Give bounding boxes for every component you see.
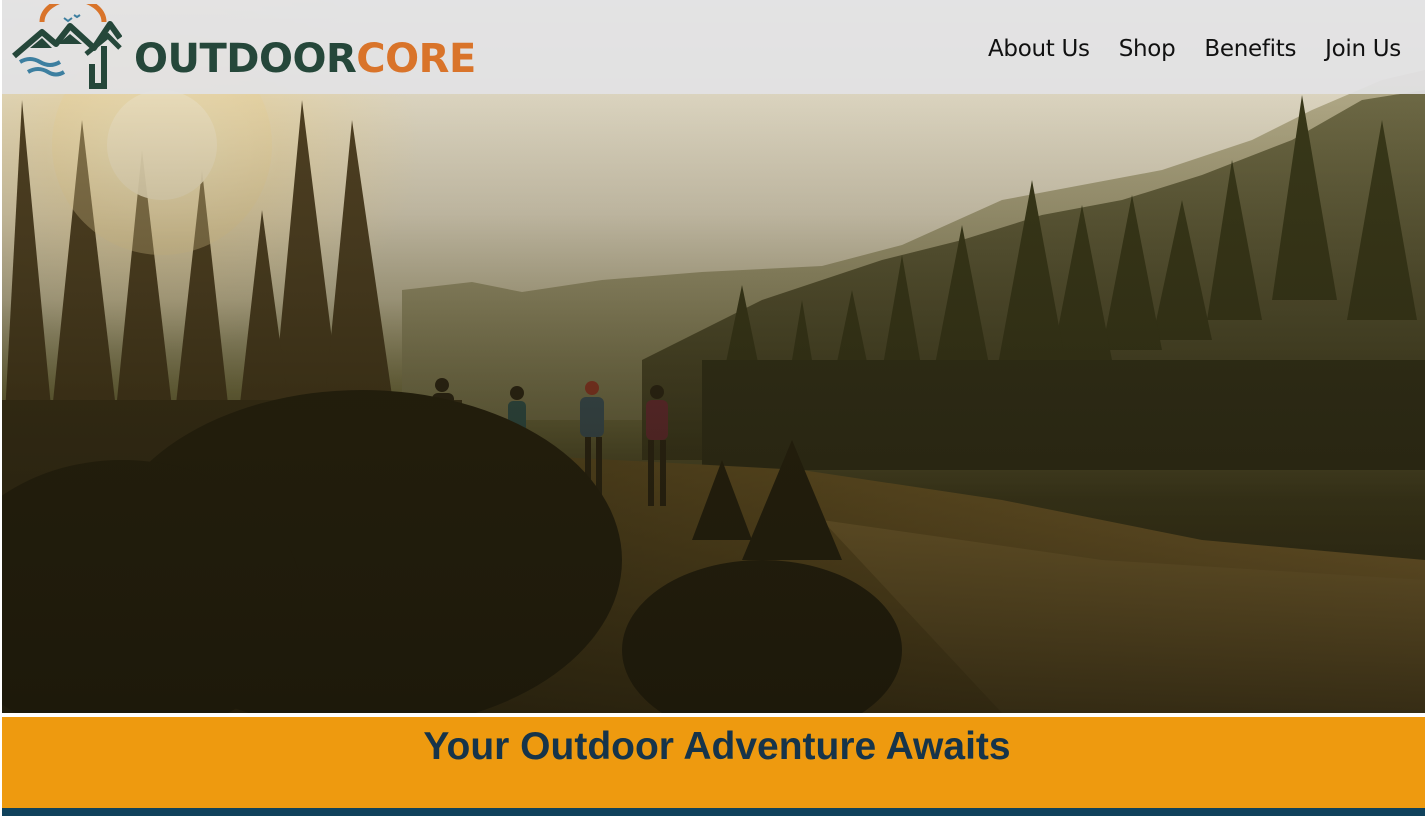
nav-link-about-us[interactable]: About Us bbox=[988, 36, 1090, 62]
brand-name-core: CORE bbox=[356, 36, 476, 82]
nav-link-shop[interactable]: Shop bbox=[1119, 36, 1176, 62]
brand-name-outdoor: OUTDOOR bbox=[134, 36, 357, 82]
mountain-cabin-logo-icon bbox=[12, 4, 122, 89]
nav-link-join-us[interactable]: Join Us bbox=[1325, 36, 1401, 62]
hero-headline: Your Outdoor Adventure Awaits bbox=[423, 725, 1011, 768]
hero-image bbox=[2, 0, 1425, 713]
nav-link-benefits[interactable]: Benefits bbox=[1204, 36, 1296, 62]
main-navigation: About Us Shop Benefits Join Us bbox=[988, 36, 1401, 62]
hero-illustration bbox=[2, 0, 1425, 713]
brand-wordmark: OUTDOORCORE bbox=[134, 39, 476, 79]
site-header: OUTDOORCORE About Us Shop Benefits Join … bbox=[2, 0, 1425, 94]
section-divider-bar bbox=[2, 808, 1425, 816]
landing-page: OUTDOORCORE About Us Shop Benefits Join … bbox=[0, 0, 1427, 816]
brand-logo[interactable]: OUTDOORCORE bbox=[12, 2, 476, 90]
headline-banner: Your Outdoor Adventure Awaits bbox=[2, 717, 1425, 808]
